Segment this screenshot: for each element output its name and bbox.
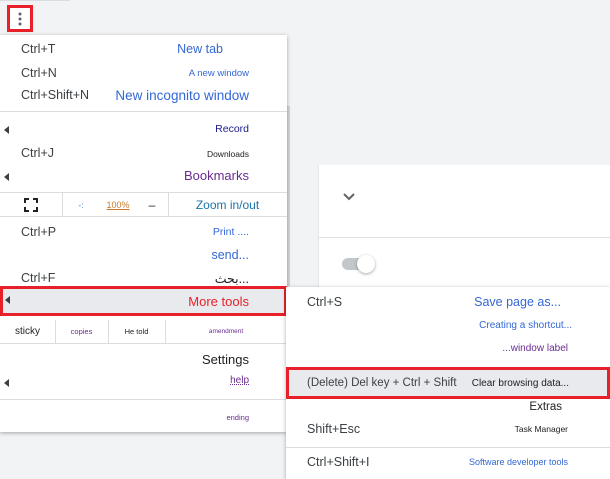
menu-item-find[interactable]: Ctrl+F بحث...	[0, 271, 287, 287]
menu-item-send[interactable]: send...	[0, 248, 287, 266]
menu-item-new-incognito[interactable]: Ctrl+Shift+N New incognito window	[0, 88, 287, 106]
shortcut-label: Ctrl+J	[21, 146, 54, 160]
menu-item-print[interactable]: Ctrl+P Print ....	[0, 225, 287, 243]
shortcut-label: (Delete) Del key + Ctrl + Shift	[307, 377, 457, 389]
background-settings-card	[318, 165, 610, 295]
shortcut-label: Ctrl+Shift+N	[21, 88, 90, 102]
menu-item-more-tools[interactable]: More tools	[0, 286, 287, 316]
copy-button[interactable]: copies	[55, 320, 109, 343]
submenu-item-label: ...window label	[502, 343, 568, 354]
menu-item-label: Settings	[202, 352, 249, 367]
menu-item-label: New incognito window	[115, 88, 249, 103]
edit-label: amendment	[208, 328, 244, 335]
submenu-item-label: Software developer tools	[468, 457, 568, 467]
cut-button[interactable]: sticky	[0, 320, 56, 343]
menu-item-bookmarks[interactable]: Bookmarks	[0, 168, 287, 186]
shortcut-label: Ctrl+P	[21, 225, 57, 239]
submenu-item-label: Extras	[529, 401, 562, 413]
tab-strip-edge	[0, 0, 70, 1]
more-tools-submenu: Ctrl+S Save page as... Creating a shortc…	[286, 287, 610, 479]
left-triangle-icon	[4, 126, 9, 134]
menu-item-settings[interactable]: Settings	[0, 352, 287, 370]
shortcut-label: Shift+Esc	[307, 422, 361, 436]
submenu-item-clear-browsing-data[interactable]: (Delete) Del key + Ctrl + Shift Clear br…	[286, 367, 610, 399]
background-toggle[interactable]	[342, 255, 375, 273]
menu-divider	[0, 399, 287, 400]
chevron-down-icon[interactable]	[343, 193, 355, 201]
paste-button[interactable]: He told	[108, 320, 166, 343]
left-triangle-icon	[5, 296, 10, 304]
submenu-item-save-page[interactable]: Ctrl+S Save page as...	[286, 295, 610, 313]
menu-item-exit[interactable]: ending	[0, 413, 287, 425]
left-triangle-icon	[4, 173, 9, 181]
menu-item-label: Print ....	[212, 226, 249, 238]
menu-item-help[interactable]: help	[0, 375, 287, 391]
shortcut-label: Ctrl+N	[21, 66, 57, 80]
submenu-item-label: Creating a shortcut...	[479, 320, 572, 331]
menu-item-new-window[interactable]: Ctrl+N A new window	[0, 66, 287, 84]
shortcut-label: Ctrl+T	[21, 42, 56, 56]
left-triangle-icon	[4, 379, 9, 387]
zoom-in-button[interactable]: –	[136, 193, 169, 217]
zoom-level: 100%	[106, 200, 130, 210]
zoom-controls: -: 100% – Zoom in/out	[0, 193, 287, 217]
menu-item-record[interactable]: Record	[0, 123, 287, 137]
submenu-item-label: Save page as...	[474, 295, 561, 309]
fullscreen-icon	[24, 198, 38, 212]
menu-item-label: Downloads	[206, 149, 249, 159]
shortcut-label: Ctrl+F	[21, 271, 56, 285]
menu-button[interactable]	[7, 5, 33, 32]
submenu-item-label: Task Manager	[514, 424, 568, 434]
zoom-out-button[interactable]: -:	[62, 193, 100, 217]
shortcut-label: Ctrl+Shift+I	[307, 455, 370, 469]
submenu-item-window-label[interactable]: ...window label	[286, 343, 610, 359]
menu-item-downloads[interactable]: Ctrl+J Downloads	[0, 146, 287, 164]
submenu-item-label: Clear browsing data...	[471, 378, 569, 389]
menu-item-label: Record	[215, 123, 249, 135]
shortcut-label: Ctrl+S	[307, 295, 343, 309]
browser-main-menu: Ctrl+T New tab Ctrl+N A new window Ctrl+…	[0, 35, 287, 432]
menu-item-label: New tab	[177, 42, 223, 56]
menu-item-label: More tools	[188, 294, 249, 309]
menu-item-label: بحث...	[214, 272, 249, 286]
menu-item-label: A new window	[188, 68, 249, 79]
menu-item-label: help	[230, 375, 249, 386]
menu-item-label: Bookmarks	[183, 168, 249, 183]
card-divider	[319, 237, 610, 238]
vertical-dots-icon	[18, 12, 22, 25]
menu-divider	[0, 343, 287, 344]
menu-item-label: send...	[211, 248, 249, 262]
zoom-label: Zoom in/out	[195, 198, 260, 212]
fullscreen-button[interactable]	[0, 193, 63, 217]
menu-divider	[286, 447, 610, 448]
submenu-item-extras[interactable]: Extras	[286, 401, 610, 417]
edit-controls: sticky copies He told amendment	[0, 320, 287, 343]
submenu-item-task-manager[interactable]: Shift+Esc Task Manager	[286, 422, 610, 440]
submenu-item-create-shortcut[interactable]: Creating a shortcut...	[286, 320, 610, 336]
submenu-item-developer-tools[interactable]: Ctrl+Shift+I Software developer tools	[286, 455, 610, 473]
menu-divider	[0, 216, 287, 217]
menu-divider	[0, 111, 287, 112]
menu-item-new-tab[interactable]: Ctrl+T New tab	[0, 42, 287, 60]
menu-item-label: ending	[226, 413, 249, 422]
